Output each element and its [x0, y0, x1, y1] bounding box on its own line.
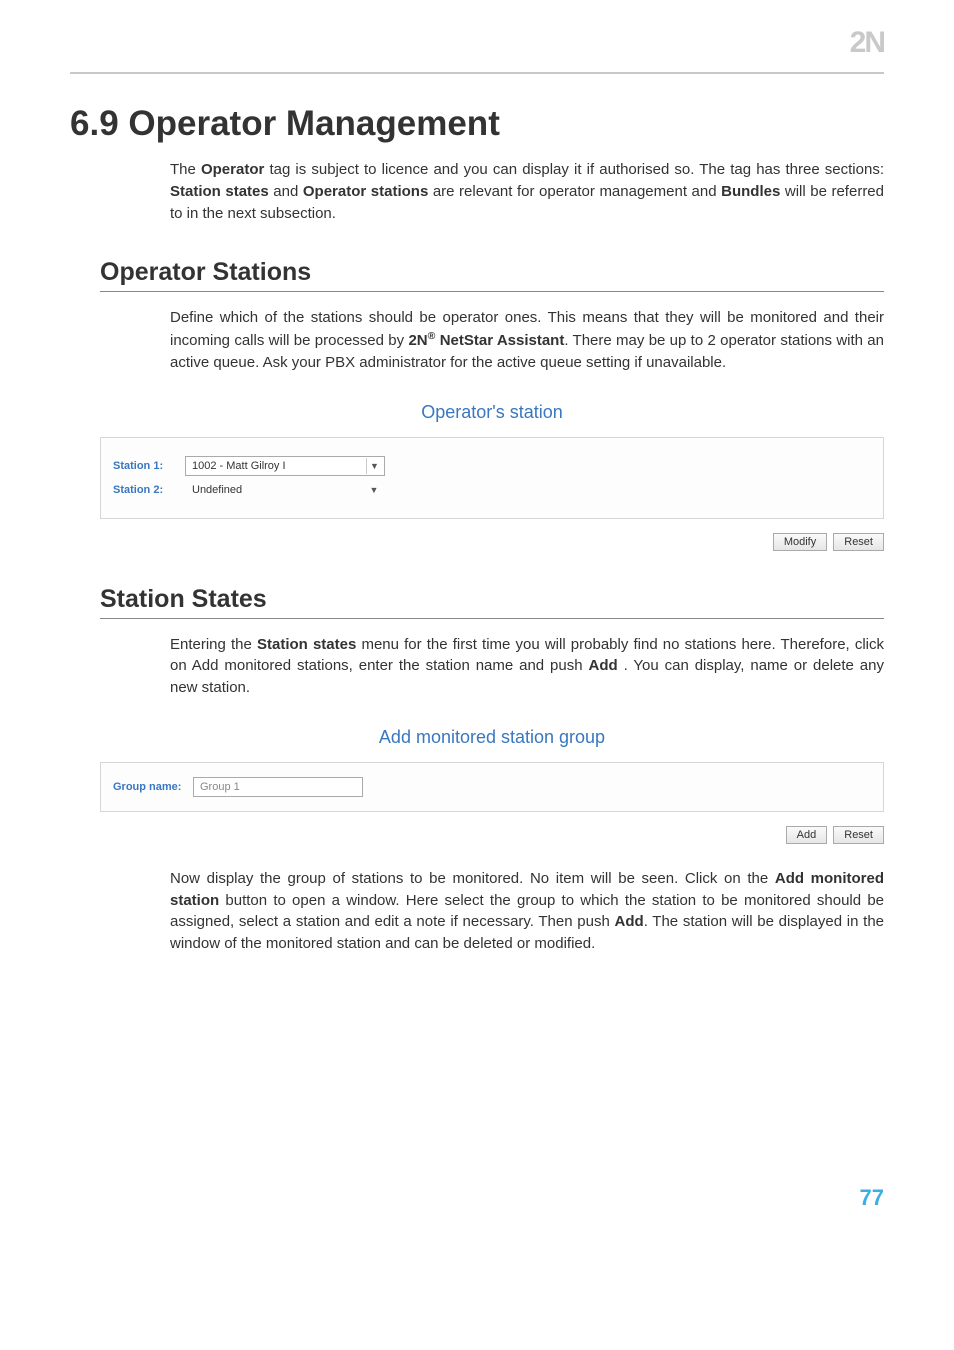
text-bold: Add [589, 657, 618, 674]
operators-station-buttons: Modify Reset [100, 533, 884, 551]
text-bold: Station states [257, 636, 356, 653]
add-monitored-group-buttons: Add Reset [100, 826, 884, 844]
station2-row: Station 2: Undefined ▼ [113, 480, 871, 500]
text-bold: Operator [201, 161, 264, 178]
station1-select[interactable]: 1002 - Matt Gilroy I ▼ [185, 456, 385, 476]
chevron-down-icon: ▼ [366, 482, 382, 498]
station1-value: 1002 - Matt Gilroy I [192, 460, 286, 472]
page-number: 77 [70, 1185, 884, 1211]
station2-label: Station 2: [113, 484, 185, 496]
text: Now display the group of stations to be … [170, 870, 775, 887]
intro-paragraph: The Operator tag is subject to licence a… [170, 159, 884, 224]
text: and [269, 183, 303, 200]
station2-value: Undefined [192, 484, 242, 496]
reset-button[interactable]: Reset [833, 826, 884, 844]
divider [100, 291, 884, 292]
text-bold: Station states [170, 183, 269, 200]
divider [100, 618, 884, 619]
station1-row: Station 1: 1002 - Matt Gilroy I ▼ [113, 456, 871, 476]
chevron-down-icon: ▼ [366, 458, 382, 474]
text: The [170, 161, 201, 178]
reset-button[interactable]: Reset [833, 533, 884, 551]
station1-label: Station 1: [113, 460, 185, 472]
brand-logo: 2N [850, 26, 884, 60]
heading-station-states: Station States [100, 585, 884, 614]
panel-title-operators-station: Operator's station [100, 402, 884, 423]
heading-operator-stations: Operator Stations [100, 258, 884, 287]
text: Entering the [170, 636, 257, 653]
page-title: 6.9 Operator Management [70, 104, 884, 144]
operator-stations-paragraph: Define which of the stations should be o… [170, 307, 884, 373]
text-bold: 2N® NetStar Assistant [408, 332, 564, 349]
top-divider [70, 72, 884, 74]
modify-button[interactable]: Modify [773, 533, 827, 551]
add-monitored-group-panel: Group name: Group 1 [100, 762, 884, 812]
operators-station-panel: Station 1: 1002 - Matt Gilroy I ▼ Statio… [100, 437, 884, 519]
group-name-input[interactable]: Group 1 [193, 777, 363, 797]
station-states-paragraph-2: Now display the group of stations to be … [170, 868, 884, 955]
text: are relevant for operator management and [428, 183, 721, 200]
text-bold: Add [615, 913, 644, 930]
text-bold: Operator stations [303, 183, 428, 200]
text-bold: Bundles [721, 183, 780, 200]
group-name-row: Group name: Group 1 [113, 777, 871, 797]
station2-select[interactable]: Undefined ▼ [185, 480, 385, 500]
panel-title-add-monitored-group: Add monitored station group [100, 727, 884, 748]
text: tag is subject to licence and you can di… [264, 161, 884, 178]
station-states-paragraph-1: Entering the Station states menu for the… [170, 634, 884, 699]
add-button[interactable]: Add [786, 826, 828, 844]
group-name-label: Group name: [113, 781, 193, 793]
group-name-value: Group 1 [200, 781, 240, 793]
